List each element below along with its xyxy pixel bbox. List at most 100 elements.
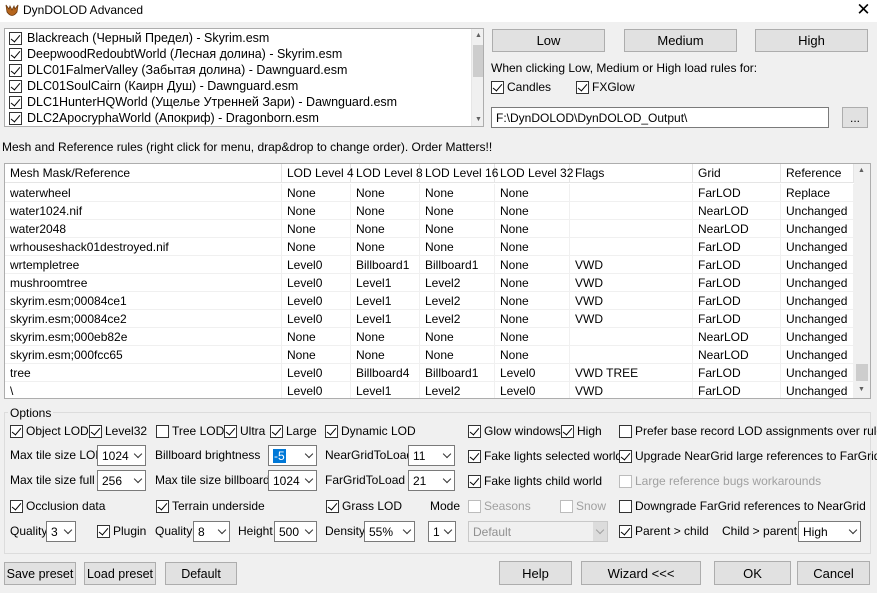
checkbox[interactable] bbox=[270, 424, 283, 438]
billboard-brightness-select[interactable]: -5 bbox=[268, 445, 317, 466]
checkbox[interactable] bbox=[97, 524, 110, 538]
prefer-base-record-checkbox[interactable]: Prefer base record LOD assignments over … bbox=[619, 424, 877, 438]
column-header[interactable]: LOD Level 32 bbox=[495, 164, 573, 183]
glow-windows-checkbox[interactable]: Glow windows bbox=[468, 424, 561, 438]
checkbox[interactable] bbox=[468, 474, 481, 488]
terrain-quality-select[interactable]: 8 bbox=[193, 521, 230, 542]
table-row[interactable]: wrtempletree Level0 Billboard1 Billboard1 No… bbox=[5, 256, 854, 274]
close-button[interactable]: ✕ bbox=[850, 0, 877, 22]
table-row[interactable]: \ Level0 Level1 Level2 Level0 VWD FarLOD Unchan… bbox=[5, 382, 854, 398]
column-header[interactable]: LOD Level 8 bbox=[351, 164, 423, 183]
high-checkbox[interactable]: High bbox=[561, 424, 602, 438]
child-parent-select[interactable]: High bbox=[798, 521, 861, 542]
checkbox[interactable] bbox=[89, 424, 102, 438]
table-row[interactable]: tree Level0 Billboard4 Billboard1 Level0 VWD … bbox=[5, 364, 854, 382]
fake-lights-child-checkbox[interactable]: Fake lights child world bbox=[468, 474, 602, 488]
plugin-checkbox[interactable]: Plugin bbox=[97, 524, 146, 538]
rules-table[interactable]: Mesh Mask/Reference LOD Level 4 LOD Leve… bbox=[4, 163, 871, 399]
checkbox[interactable] bbox=[468, 449, 481, 463]
browse-button[interactable]: ... bbox=[842, 107, 868, 128]
chevron-down-icon[interactable] bbox=[440, 446, 454, 465]
column-header[interactable]: Flags bbox=[570, 164, 693, 183]
checkbox[interactable] bbox=[468, 424, 481, 438]
chevron-down-icon[interactable] bbox=[846, 522, 860, 541]
upgrade-neargrid-checkbox[interactable]: Upgrade NearGrid large references to Far… bbox=[619, 449, 877, 463]
downgrade-fargrid-checkbox[interactable]: Downgrade FarGrid references to NearGrid bbox=[619, 499, 866, 513]
worldspace-item[interactable]: DeepwoodRedoubtWorld (Лесная долина) - S… bbox=[9, 46, 342, 62]
candles-checkbox[interactable]: Candles bbox=[491, 80, 551, 94]
checkbox[interactable] bbox=[325, 424, 338, 438]
season-mode-select[interactable]: Default bbox=[468, 521, 608, 542]
worldspace-item[interactable]: DLC2ApocryphaWorld (Апокриф) - Dragonbor… bbox=[9, 110, 319, 126]
help-button[interactable]: Help bbox=[499, 561, 572, 585]
terrain-underside-checkbox[interactable]: Terrain underside bbox=[156, 499, 265, 513]
large-reference-bugs-checkbox[interactable]: Large reference bugs workarounds bbox=[619, 474, 821, 488]
worldspace-item[interactable]: DLC01FalmerValley (Забытая долина) - Daw… bbox=[9, 62, 347, 78]
checkbox[interactable] bbox=[468, 499, 481, 513]
table-row[interactable]: water1024.nif None None None None NearLOD Unch… bbox=[5, 202, 854, 220]
worldspace-scrollbar[interactable]: ▲ ▼ bbox=[471, 29, 483, 126]
column-header[interactable]: LOD Level 16 bbox=[420, 164, 498, 183]
table-row[interactable]: skyrim.esm;00084ce1 Level0 Level1 Level2 Non… bbox=[5, 292, 854, 310]
object-lod-checkbox[interactable]: Object LOD bbox=[10, 424, 89, 438]
occlusion-data-checkbox[interactable]: Occlusion data bbox=[10, 499, 105, 513]
worldspace-checkbox[interactable] bbox=[9, 79, 22, 93]
near-grid-select[interactable]: 11 bbox=[408, 445, 455, 466]
checkbox[interactable] bbox=[619, 424, 632, 438]
worldspace-checkbox[interactable] bbox=[9, 31, 22, 45]
seasons-checkbox[interactable]: Seasons bbox=[468, 499, 531, 513]
dynamic-lod-checkbox[interactable]: Dynamic LOD bbox=[325, 424, 416, 438]
worldspace-item[interactable]: DLC01SoulCairn (Каирн Душ) - Dawnguard.e… bbox=[9, 78, 298, 94]
worldspace-item[interactable]: Blackreach (Черный Предел) - Skyrim.esm bbox=[9, 30, 269, 46]
low-button[interactable]: Low bbox=[492, 29, 605, 52]
far-grid-select[interactable]: 21 bbox=[408, 470, 455, 491]
chevron-down-icon[interactable] bbox=[131, 471, 145, 490]
load-preset-button[interactable]: Load preset bbox=[84, 562, 156, 585]
checkbox[interactable] bbox=[619, 474, 632, 488]
checkbox[interactable] bbox=[156, 499, 169, 513]
chevron-down-icon[interactable] bbox=[593, 522, 607, 541]
chevron-down-icon[interactable] bbox=[302, 471, 316, 490]
worldspace-checkbox[interactable] bbox=[9, 95, 22, 109]
checkbox[interactable] bbox=[619, 499, 632, 513]
checkbox[interactable] bbox=[326, 499, 339, 513]
scroll-down-icon[interactable]: ▼ bbox=[472, 113, 483, 126]
medium-button[interactable]: Medium bbox=[624, 29, 737, 52]
parent-child-checkbox[interactable]: Parent > child bbox=[619, 524, 709, 538]
table-row[interactable]: mushroomtree Level0 Level1 Level2 None VWD Far… bbox=[5, 274, 854, 292]
column-header[interactable]: Reference bbox=[781, 164, 854, 183]
checkbox[interactable] bbox=[619, 449, 632, 463]
table-row[interactable]: wrhouseshack01destroyed.nif None None None N… bbox=[5, 238, 854, 256]
chevron-down-icon[interactable] bbox=[441, 522, 455, 541]
max-tile-lod-select[interactable]: 1024 bbox=[97, 445, 146, 466]
max-tile-billboard-select[interactable]: 1024 bbox=[268, 470, 317, 491]
checkbox[interactable] bbox=[561, 424, 574, 438]
mode-select[interactable]: 1 bbox=[428, 521, 456, 542]
save-preset-button[interactable]: Save preset bbox=[4, 562, 76, 585]
tree-lod-checkbox[interactable]: Tree LOD bbox=[156, 424, 224, 438]
quality-select[interactable]: 3 bbox=[46, 521, 76, 542]
max-tile-full-select[interactable]: 256 bbox=[97, 470, 146, 491]
column-header[interactable]: LOD Level 4 bbox=[282, 164, 354, 183]
ok-button[interactable]: OK bbox=[714, 561, 791, 585]
table-row[interactable]: waterwheel None None None None FarLOD Replace bbox=[5, 184, 854, 202]
output-path-field[interactable]: F:\DynDOLOD\DynDOLOD_Output\ bbox=[491, 107, 829, 128]
worldspace-item[interactable]: DLC1HunterHQWorld (Ущелье Утренней Зари)… bbox=[9, 94, 397, 110]
checkbox[interactable] bbox=[10, 499, 23, 513]
table-row[interactable]: skyrim.esm;000eb82e None None None None NearL… bbox=[5, 328, 854, 346]
scroll-down-icon[interactable]: ▼ bbox=[855, 383, 868, 396]
table-row[interactable]: water2048 None None None None NearLOD Unchange… bbox=[5, 220, 854, 238]
cancel-button[interactable]: Cancel bbox=[797, 561, 870, 585]
table-row[interactable]: skyrim.esm;000fcc65 None None None None NearL… bbox=[5, 346, 854, 364]
checkbox[interactable] bbox=[156, 424, 169, 438]
scroll-thumb[interactable] bbox=[473, 45, 483, 77]
column-header[interactable]: Mesh Mask/Reference bbox=[5, 164, 282, 183]
checkbox[interactable] bbox=[619, 524, 632, 538]
chevron-down-icon[interactable] bbox=[61, 522, 75, 541]
worldspace-checkbox[interactable] bbox=[9, 63, 22, 77]
table-scrollbar[interactable]: ▲ ▼ bbox=[854, 164, 870, 398]
chevron-down-icon[interactable] bbox=[440, 471, 454, 490]
ultra-checkbox[interactable]: Ultra bbox=[224, 424, 265, 438]
worldspace-checkbox[interactable] bbox=[9, 47, 22, 61]
height-select[interactable]: 500 bbox=[274, 521, 317, 542]
